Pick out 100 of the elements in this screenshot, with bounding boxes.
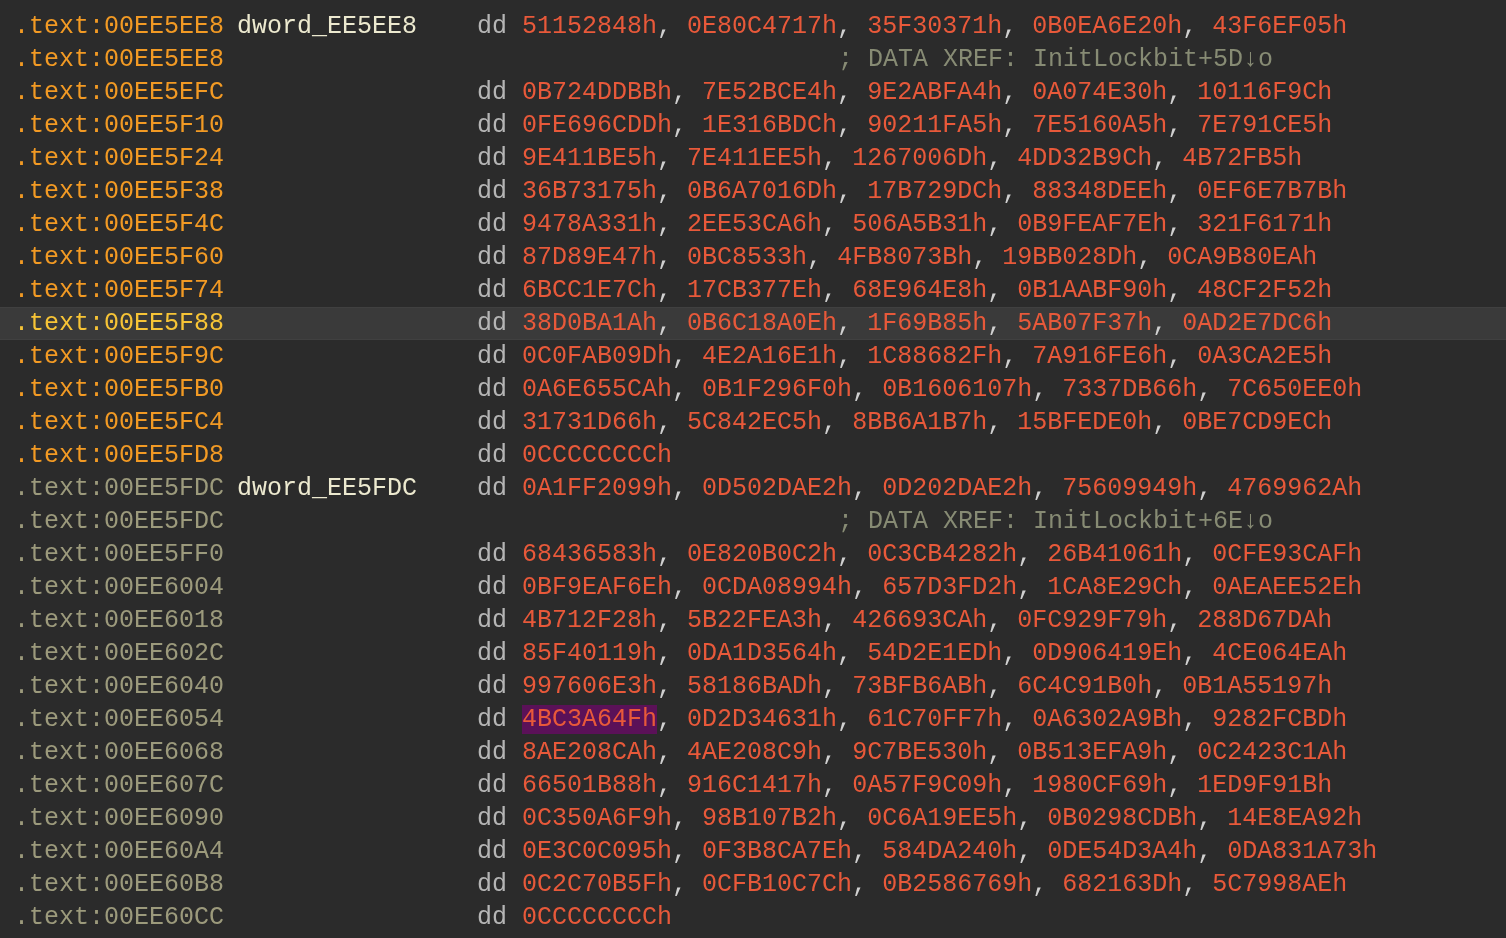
hex-value: 98B107B2h	[702, 804, 838, 833]
hex-value: 5C842EC5h	[687, 408, 823, 437]
comma-separator: ,	[657, 276, 673, 305]
hex-value: 7E791CE5h	[1197, 111, 1333, 140]
hex-value: 88348DEEh	[1032, 177, 1168, 206]
hex-value: 87D89E47h	[522, 243, 658, 272]
comma-separator: ,	[1017, 540, 1033, 569]
address: .text:00EE5F10	[14, 111, 226, 140]
comma-separator: ,	[1182, 870, 1198, 899]
directive: dd	[477, 540, 508, 569]
comma-separator: ,	[1167, 177, 1183, 206]
comma-separator: ,	[1017, 804, 1033, 833]
hex-value: 0DE54D3A4h	[1047, 837, 1198, 866]
directive: dd	[477, 243, 508, 272]
address: .text:00EE5FDC	[14, 507, 226, 536]
comma-separator: ,	[1152, 309, 1168, 338]
directive: dd	[477, 672, 508, 701]
directive: dd	[477, 210, 508, 239]
comma-separator: ,	[657, 309, 673, 338]
directive: dd	[477, 606, 508, 635]
hex-value: 7E5160A5h	[1032, 111, 1168, 140]
hex-value: 0B0EA6E20h	[1032, 12, 1183, 41]
address: .text:00EE607C	[14, 771, 226, 800]
comma-separator: ,	[1032, 375, 1048, 404]
directive: dd	[477, 474, 508, 503]
directive: dd	[477, 738, 508, 767]
hex-value: 0CFE93CAFh	[1212, 540, 1363, 569]
hex-value: 0D502DAE2h	[702, 474, 853, 503]
hex-value: 61C70FF7h	[867, 705, 1003, 734]
address: .text:00EE5F74	[14, 276, 226, 305]
comma-separator: ,	[1152, 144, 1168, 173]
comma-separator: ,	[1167, 738, 1183, 767]
hex-value: 0C6A19EE5h	[867, 804, 1018, 833]
directive: dd	[477, 12, 508, 41]
hex-value: 1267006Dh	[852, 144, 988, 173]
hex-value: 0A57F9C09h	[852, 771, 1003, 800]
hex-value: 0B1F296F0h	[702, 375, 853, 404]
xref-comment: ; DATA XREF: InitLockbit+6E↓o	[838, 507, 1274, 536]
comma-separator: ,	[1002, 639, 1018, 668]
hex-value: 7C650EE0h	[1227, 375, 1363, 404]
comma-separator: ,	[837, 705, 853, 734]
hex-value: 584DA240h	[882, 837, 1018, 866]
comma-separator: ,	[657, 210, 673, 239]
address: .text:00EE5FB0	[14, 375, 226, 404]
hex-value: 0C2423C1Ah	[1197, 738, 1348, 767]
comma-separator: ,	[1182, 540, 1198, 569]
comma-separator: ,	[1002, 705, 1018, 734]
comma-separator: ,	[837, 639, 853, 668]
comma-separator: ,	[837, 309, 853, 338]
comma-separator: ,	[1002, 342, 1018, 371]
hex-value: 0BC8533h	[687, 243, 808, 272]
comma-separator: ,	[672, 870, 688, 899]
directive: dd	[477, 78, 508, 107]
hex-value: 15BFEDE0h	[1017, 408, 1153, 437]
comma-separator: ,	[987, 144, 1003, 173]
comma-separator: ,	[822, 738, 838, 767]
hex-value: 4CE064EAh	[1212, 639, 1348, 668]
comma-separator: ,	[987, 738, 1003, 767]
hex-value: 1980CF69h	[1032, 771, 1168, 800]
hex-value: 0B1606107h	[882, 375, 1033, 404]
hex-value: 4B72FB5h	[1182, 144, 1303, 173]
hex-value: 0B513EFA9h	[1017, 738, 1168, 767]
address: .text:00EE6054	[14, 705, 226, 734]
hex-value: 73BFB6ABh	[852, 672, 988, 701]
hex-value: 0F3B8CA7Eh	[702, 837, 853, 866]
address: .text:00EE5FF0	[14, 540, 226, 569]
comma-separator: ,	[1182, 705, 1198, 734]
hex-value: 0B6C18A0Eh	[687, 309, 838, 338]
address: .text:00EE5F4C	[14, 210, 226, 239]
directive: dd	[477, 309, 508, 338]
comma-separator: ,	[822, 606, 838, 635]
comma-separator: ,	[1002, 771, 1018, 800]
hex-value: 0AEAEE52Eh	[1212, 573, 1363, 602]
hex-value: 14E8EA92h	[1227, 804, 1363, 833]
comma-separator: ,	[852, 375, 868, 404]
comma-separator: ,	[837, 111, 853, 140]
directive: dd	[477, 639, 508, 668]
hex-value: 68E964E8h	[852, 276, 988, 305]
hex-value: 58186BADh	[687, 672, 823, 701]
comma-separator: ,	[1002, 78, 1018, 107]
address: .text:00EE60B8	[14, 870, 226, 899]
comma-separator: ,	[987, 276, 1003, 305]
hex-value: 31731D66h	[522, 408, 658, 437]
hex-value: 916C1417h	[687, 771, 823, 800]
hex-value: 0FE696CDDh	[522, 111, 673, 140]
hex-value: 1F69B85h	[867, 309, 988, 338]
address: .text:00EE6004	[14, 573, 226, 602]
hex-value: 54D2E1EDh	[867, 639, 1003, 668]
hex-value: 997606E3h	[522, 672, 658, 701]
hex-value: 26B41061h	[1047, 540, 1183, 569]
hex-value: 0A6E655CAh	[522, 375, 673, 404]
hex-value: 5B22FEA3h	[687, 606, 823, 635]
comma-separator: ,	[657, 408, 673, 437]
directive: dd	[477, 837, 508, 866]
comma-separator: ,	[1197, 837, 1213, 866]
directive: dd	[477, 111, 508, 140]
comma-separator: ,	[852, 837, 868, 866]
comma-separator: ,	[1017, 837, 1033, 866]
comma-separator: ,	[1032, 870, 1048, 899]
hex-value: 0B724DDBBh	[522, 78, 673, 107]
